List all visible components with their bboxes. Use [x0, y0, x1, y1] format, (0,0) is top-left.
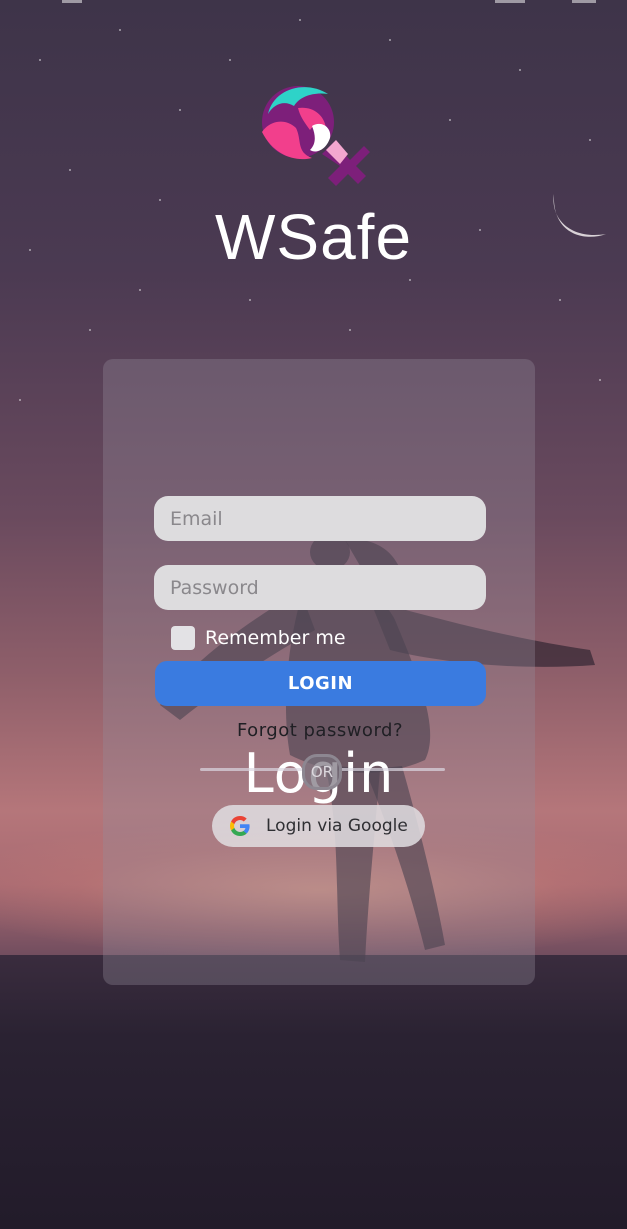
email-field[interactable]: [154, 496, 486, 541]
google-login-label: Login via Google: [266, 816, 408, 836]
status-bar-battery: [572, 0, 596, 3]
forgot-password-link[interactable]: Forgot password?: [0, 720, 627, 741]
divider-line-left: [200, 768, 303, 771]
wsafe-logo-icon: [262, 86, 370, 186]
status-bar-indicator: [62, 0, 82, 3]
google-g-icon: [230, 816, 250, 836]
remember-me-label: Remember me: [205, 627, 346, 649]
or-divider-badge: OR: [302, 754, 342, 790]
divider-line-right: [339, 768, 445, 771]
login-screen: WSafe Login Remember me LOGIN Forgot pas…: [0, 0, 627, 1229]
app-title: WSafe: [214, 201, 413, 273]
login-button[interactable]: LOGIN: [155, 661, 486, 706]
remember-me-row[interactable]: Remember me: [171, 626, 346, 650]
remember-me-checkbox[interactable]: [171, 626, 195, 650]
status-bar-signal: [495, 0, 525, 3]
password-field[interactable]: [154, 565, 486, 610]
google-login-button[interactable]: Login via Google: [212, 805, 425, 847]
